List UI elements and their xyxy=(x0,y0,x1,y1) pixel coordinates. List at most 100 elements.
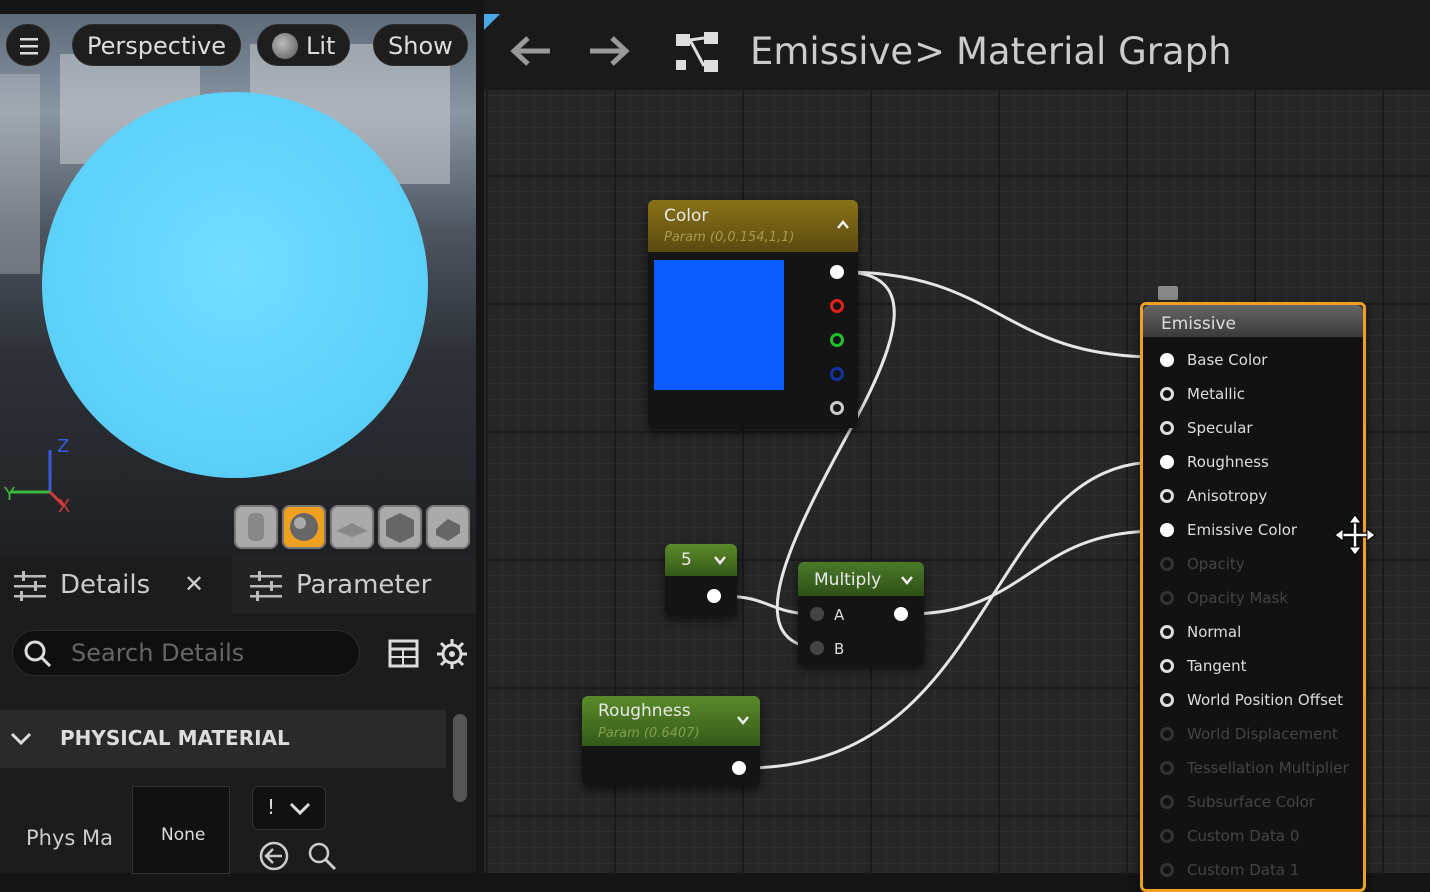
result-pin-label: Tessellation Multiplier xyxy=(1187,759,1349,777)
output-pin-r[interactable] xyxy=(830,299,844,313)
result-input-pin xyxy=(1160,795,1174,809)
details-sliders-icon xyxy=(14,571,46,601)
comment-bubble-icon[interactable] xyxy=(1158,286,1178,300)
result-input-pin[interactable] xyxy=(1160,421,1174,435)
result-input-pin[interactable] xyxy=(1160,693,1174,707)
tab-details-label: Details xyxy=(60,570,151,600)
close-tab-icon[interactable]: ✕ xyxy=(184,570,204,598)
result-input-pin[interactable] xyxy=(1160,659,1174,673)
result-input-pin xyxy=(1160,557,1174,571)
search-placeholder: Search Details xyxy=(71,639,245,667)
dropdown-value: ! xyxy=(267,795,276,819)
preview-sphere xyxy=(42,92,428,478)
result-input-pin[interactable] xyxy=(1160,489,1174,503)
constant-node-value: 5 xyxy=(681,550,692,570)
perspective-button[interactable]: Perspective xyxy=(72,24,241,66)
forward-arrow-icon[interactable] xyxy=(588,34,630,68)
axis-y-label: Y xyxy=(3,484,16,505)
sphere-preview-button[interactable] xyxy=(282,505,326,549)
phys-mat-thumbnail[interactable]: None xyxy=(132,786,230,874)
cube-preview-button[interactable] xyxy=(378,505,422,549)
color-node-subtitle: Param (0,0.154,1,1) xyxy=(664,230,795,245)
multiply-pin-b-label: B xyxy=(834,640,845,658)
graph-nodes-icon xyxy=(676,32,718,72)
constant-node[interactable]: 5 xyxy=(665,544,737,616)
custom-mesh-preview-button[interactable] xyxy=(426,505,470,549)
result-pin-label: World Displacement xyxy=(1187,725,1338,743)
viewport-menu-button[interactable] xyxy=(6,24,50,66)
multiply-pin-a-label: A xyxy=(834,606,845,624)
use-selected-arrow-icon[interactable] xyxy=(258,840,290,872)
settings-gear-icon[interactable] xyxy=(436,638,468,670)
axis-z-label: Z xyxy=(57,436,69,457)
multiply-output-pin[interactable] xyxy=(894,607,908,621)
output-pin-b[interactable] xyxy=(830,367,844,381)
search-details-field[interactable]: Search Details xyxy=(12,630,360,676)
teapot-icon xyxy=(436,519,460,541)
back-arrow-icon[interactable] xyxy=(510,34,552,68)
plane-icon xyxy=(336,523,368,537)
phys-mat-label: Phys Ma xyxy=(26,826,114,850)
tab-parameters-label: Parameter xyxy=(296,570,432,600)
axis-x-label: X xyxy=(58,496,70,517)
chevron-down-icon[interactable] xyxy=(900,574,914,586)
multiply-node-title: Multiply xyxy=(814,570,882,590)
details-panel: Details ✕ Parameter Search Details PHYSI… xyxy=(0,556,476,874)
lit-label: Lit xyxy=(306,32,336,60)
result-input-pin[interactable] xyxy=(1160,625,1174,639)
chevron-down-icon[interactable] xyxy=(713,554,727,566)
chevron-down-icon xyxy=(289,802,311,816)
result-input-pin xyxy=(1160,591,1174,605)
result-input-pin xyxy=(1160,829,1174,843)
multiply-input-pin-a[interactable] xyxy=(810,607,824,621)
phys-mat-value: None xyxy=(161,825,206,845)
result-pin-label: Tangent xyxy=(1187,657,1247,675)
hamburger-icon xyxy=(20,38,38,55)
background-building xyxy=(0,74,40,274)
result-input-pin xyxy=(1160,761,1174,775)
perspective-label: Perspective xyxy=(87,32,226,60)
roughness-output-pin[interactable] xyxy=(732,761,746,775)
table-view-icon[interactable] xyxy=(388,638,420,670)
physical-material-section-header[interactable]: PHYSICAL MATERIAL xyxy=(0,710,446,768)
color-parameter-node[interactable]: Color Param (0,0.154,1,1) xyxy=(648,200,858,428)
collapse-chevron-icon[interactable] xyxy=(836,218,850,230)
result-pin-label: Custom Data 1 xyxy=(1187,861,1300,879)
result-pin-label: Anisotropy xyxy=(1187,487,1268,505)
viewport-toolbar: Perspective Lit Show xyxy=(0,14,476,76)
constant-output-pin[interactable] xyxy=(707,589,721,603)
result-input-pin[interactable] xyxy=(1160,523,1174,537)
breadcrumb-separator: > xyxy=(914,30,946,73)
phys-mat-dropdown[interactable]: ! xyxy=(252,786,326,830)
details-scrollbar[interactable] xyxy=(453,714,467,802)
tab-parameters[interactable]: Parameter xyxy=(232,556,476,614)
breadcrumb-asset[interactable]: Emissive xyxy=(750,30,913,73)
browse-search-icon[interactable] xyxy=(306,840,338,872)
cylinder-preview-button[interactable] xyxy=(234,505,278,549)
search-icon xyxy=(24,640,52,668)
chevron-down-icon[interactable] xyxy=(736,714,750,726)
tab-details[interactable]: Details ✕ xyxy=(0,556,230,614)
multiply-node[interactable]: Multiply A B xyxy=(798,562,924,666)
result-node-title: Emissive xyxy=(1161,314,1236,334)
result-input-pin[interactable] xyxy=(1160,455,1174,469)
result-pin-label: Normal xyxy=(1187,623,1242,641)
roughness-parameter-node[interactable]: Roughness Param (0.6407) xyxy=(582,696,760,786)
multiply-input-pin-b[interactable] xyxy=(810,641,824,655)
output-pin-g[interactable] xyxy=(830,333,844,347)
roughness-node-subtitle: Param (0.6407) xyxy=(598,726,700,741)
breadcrumb-graph: Material Graph xyxy=(956,30,1232,73)
material-result-node[interactable]: Emissive Base Color Metallic Specular Rough… xyxy=(1140,302,1366,892)
result-input-pin xyxy=(1160,863,1174,877)
show-button[interactable]: Show xyxy=(373,24,468,66)
section-title: PHYSICAL MATERIAL xyxy=(60,726,290,750)
result-input-pin[interactable] xyxy=(1160,387,1174,401)
graph-title-bar: Emissive > Material Graph xyxy=(484,0,1430,90)
result-pin-label: Opacity Mask xyxy=(1187,589,1289,607)
plane-preview-button[interactable] xyxy=(330,505,374,549)
color-node-title: Color xyxy=(664,206,709,226)
lit-button[interactable]: Lit xyxy=(257,24,351,66)
output-pin-a[interactable] xyxy=(830,401,844,415)
output-pin-rgb[interactable] xyxy=(830,265,844,279)
result-input-pin[interactable] xyxy=(1160,353,1174,367)
